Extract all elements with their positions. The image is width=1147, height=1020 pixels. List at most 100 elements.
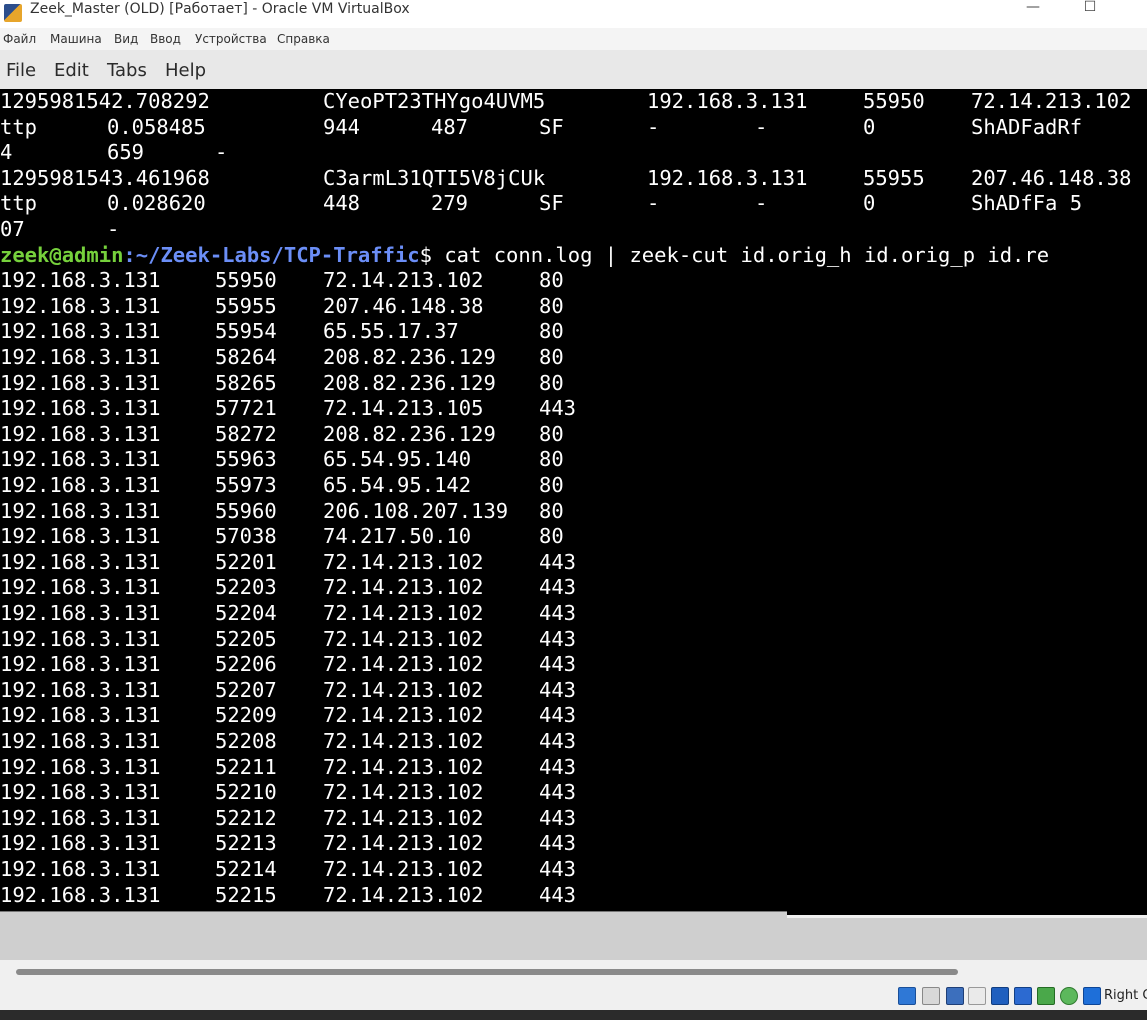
orig-port-cell: 55950 [215,268,277,293]
resp-port-cell: 80 [539,524,564,549]
orig-port-cell: 52212 [215,805,277,830]
resp-port-cell: 80 [539,319,564,344]
resp-port-cell: 80 [539,268,564,293]
orig-host-cell: 192.168.3.131 [0,857,161,881]
output-row: 192.168.3.131 55963 65.54.95.140 80 [0,447,1147,473]
vbox-menu-file[interactable]: Файл [3,28,36,50]
terminal-menu-help[interactable]: Help [165,50,206,89]
resp-host-cell: 72.14.213.102 [323,805,484,830]
guest-display[interactable]: File Edit Tabs Help 1295981542.708292 CY… [0,50,1147,915]
orig-host-cell: 192.168.3.131 [0,805,161,830]
terminal-line: 07 - [0,217,120,241]
orig-port-cell: 52203 [215,575,277,600]
vbox-menu-devices[interactable]: Устройства [195,28,267,50]
minimize-icon[interactable]: — [1018,0,1048,18]
output-row: 192.168.3.131 58272 208.82.236.129 80 [0,422,1147,448]
orig-port-cell: 52215 [215,882,277,907]
orig-host-cell: 192.168.3.131 [0,524,161,549]
orig-host-cell: 192.168.3.131 [0,268,161,293]
prompt-symbol: $ [419,242,432,267]
mouse-integration-icon[interactable] [1083,987,1101,1005]
orig-port-cell: 58265 [215,370,277,395]
orig-host-cell: 192.168.3.131 [0,396,161,421]
terminal-menu-edit[interactable]: Edit [54,50,89,89]
resp-host-cell: 72.14.213.102 [323,626,484,651]
network-icon[interactable] [968,987,986,1005]
display-icon[interactable] [1037,987,1055,1005]
terminal-line: 4 659 - [0,140,228,165]
resp-host-cell: 72.14.213.102 [323,268,484,293]
resp-port-cell: 443 [539,857,577,881]
resp-host-cell: 206.108.207.139 [323,498,509,523]
resp-port-cell: 443 [539,805,577,830]
orig-port-cell: 55960 [215,498,277,523]
orig-host-cell: 192.168.3.131 [0,882,161,907]
orig-host-cell: 192.168.3.131 [0,626,161,651]
terminal-line: ttp 0.028620 448 279 SF - - 0 ShADfFa 5 [0,191,1083,216]
orig-host-cell: 192.168.3.131 [0,677,161,702]
orig-port-cell: 52211 [215,754,277,779]
audio-icon[interactable] [946,987,964,1005]
virtualbox-app-icon [4,4,22,22]
resp-port-cell: 80 [539,447,564,472]
horizontal-scrollbar-thumb[interactable] [16,969,958,975]
terminal-menu-tabs[interactable]: Tabs [107,50,147,89]
prompt-user-host: zeek@admin [0,242,124,267]
output-row: 192.168.3.131 55954 65.55.17.37 80 [0,319,1147,345]
output-row: 192.168.3.131 55973 65.54.95.142 80 [0,473,1147,499]
output-row: 192.168.3.131 52205 72.14.213.102 443 [0,627,1147,653]
guest-scrollbar[interactable] [0,911,787,918]
resp-port-cell: 443 [539,652,577,677]
terminal-line: 1295981543.461968 C3armL31QTI5V8jCUk 192… [0,165,1132,190]
maximize-icon[interactable]: ☐ [1075,0,1105,18]
orig-port-cell: 52207 [215,677,277,702]
resp-port-cell: 443 [539,677,577,702]
orig-host-cell: 192.168.3.131 [0,473,161,497]
vbox-menu-machine[interactable]: Машина [50,28,102,50]
output-row: 192.168.3.131 58264 208.82.236.129 80 [0,345,1147,371]
virtualbox-menubar: Файл Машина Вид Ввод Устройства Справка [0,28,1147,50]
resp-host-cell: 74.217.50.10 [323,524,472,549]
output-row: 192.168.3.131 52212 72.14.213.102 443 [0,806,1147,832]
resp-port-cell: 443 [539,831,577,856]
resp-port-cell: 80 [539,473,564,497]
orig-host-cell: 192.168.3.131 [0,319,161,344]
resp-port-cell: 80 [539,498,564,523]
vbox-menu-help[interactable]: Справка [277,28,330,50]
resp-host-cell: 208.82.236.129 [323,370,496,395]
window-title-bar: Zeek_Master (OLD) [Работает] - Oracle VM… [0,0,1147,28]
resp-host-cell: 72.14.213.102 [323,857,484,881]
output-row: 192.168.3.131 52214 72.14.213.102 443 [0,857,1147,883]
orig-host-cell: 192.168.3.131 [0,498,161,523]
output-row: 192.168.3.131 52206 72.14.213.102 443 [0,652,1147,678]
orig-host-cell: 192.168.3.131 [0,754,161,779]
recording-icon[interactable] [1060,987,1078,1005]
horizontal-scrollbar[interactable] [0,962,1147,982]
resp-port-cell: 443 [539,729,577,753]
optical-drive-icon[interactable] [922,987,940,1005]
vbox-menu-view[interactable]: Вид [114,28,138,50]
terminal-output[interactable]: 1295981542.708292 CYeoPT23THYgo4UVM5 192… [0,89,1147,915]
orig-host-cell: 192.168.3.131 [0,447,161,472]
orig-host-cell: 192.168.3.131 [0,601,161,625]
resp-host-cell: 72.14.213.102 [323,831,484,856]
orig-host-cell: 192.168.3.131 [0,421,161,446]
shared-folders-icon[interactable] [1014,987,1032,1005]
resp-host-cell: 65.55.17.37 [323,319,459,344]
orig-host-cell: 192.168.3.131 [0,370,161,395]
hard-disk-icon[interactable] [898,987,916,1005]
resp-port-cell: 443 [539,626,577,651]
usb-icon[interactable] [991,987,1009,1005]
terminal-menu-file[interactable]: File [6,50,36,89]
vbox-menu-input[interactable]: Ввод [150,28,181,50]
orig-port-cell: 55955 [215,293,277,318]
output-row: 192.168.3.131 52215 72.14.213.102 443 [0,883,1147,909]
orig-port-cell: 52204 [215,601,277,625]
orig-host-cell: 192.168.3.131 [0,780,161,805]
orig-port-cell: 55973 [215,473,277,497]
resp-port-cell: 80 [539,345,564,369]
orig-port-cell: 52214 [215,857,277,881]
host-taskbar-edge [0,1010,1147,1020]
window-title: Zeek_Master (OLD) [Работает] - Oracle VM… [30,1,410,17]
resp-port-cell: 443 [539,575,577,600]
